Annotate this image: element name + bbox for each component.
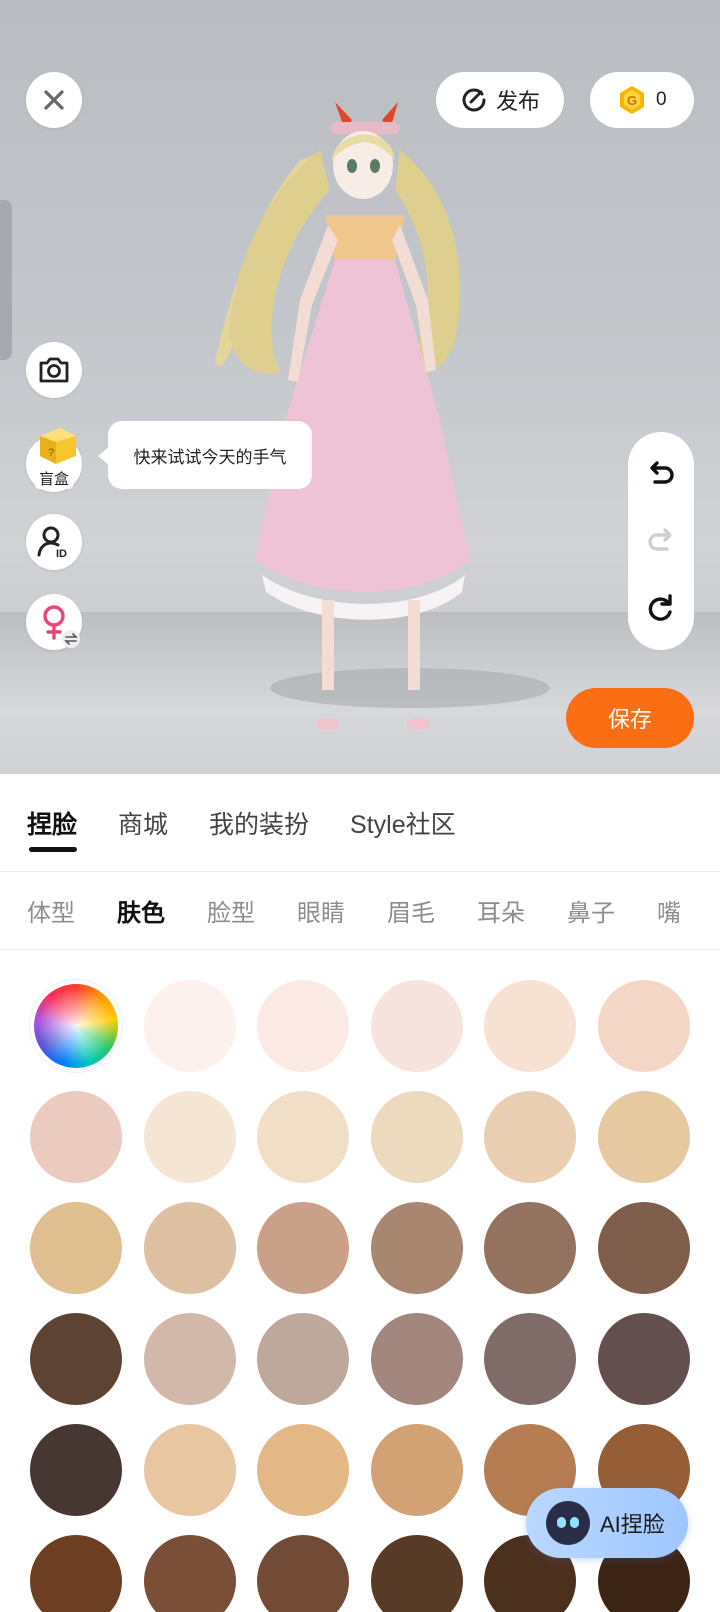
avatar-leg-left bbox=[322, 600, 334, 690]
avatar-top bbox=[325, 215, 405, 260]
close-button[interactable] bbox=[26, 72, 82, 128]
tab-face-shape[interactable]: 脸型 bbox=[207, 893, 255, 928]
avatar-preview[interactable]: 发布 G 0 ? 盲盒 快来试试今天的手气 ID 保存 bbox=[0, 0, 720, 774]
skin-color-swatch[interactable] bbox=[370, 980, 463, 1072]
redo-icon[interactable] bbox=[645, 525, 677, 557]
tab-eyes[interactable]: 眼睛 bbox=[297, 893, 345, 928]
skin-color-swatch[interactable] bbox=[484, 980, 576, 1072]
publish-button[interactable]: 发布 bbox=[436, 72, 564, 128]
avatar-shoe-left bbox=[316, 718, 340, 730]
skin-color-swatch[interactable] bbox=[597, 1313, 690, 1405]
close-icon bbox=[44, 90, 64, 110]
skin-color-swatch[interactable] bbox=[30, 1424, 122, 1516]
gender-switch-button[interactable] bbox=[26, 594, 82, 650]
main-tabs: 捏脸 商城 我的装扮 Style社区 bbox=[0, 774, 720, 872]
coin-balance[interactable]: G 0 bbox=[590, 72, 694, 128]
tab-skin-color[interactable]: 肤色 bbox=[117, 893, 165, 928]
skin-color-swatch[interactable] bbox=[30, 1091, 122, 1183]
skin-color-swatch[interactable] bbox=[484, 1202, 576, 1294]
category-tabs: 体型 肤色 脸型 眼睛 眉毛 耳朵 鼻子 嘴 bbox=[0, 872, 720, 950]
coin-count: 0 bbox=[656, 89, 667, 110]
ai-face-button[interactable]: AI捏脸 bbox=[526, 1488, 688, 1558]
blind-box-tooltip: 快来试试今天的手气 bbox=[98, 421, 312, 489]
skin-color-swatch[interactable] bbox=[143, 1535, 236, 1612]
ai-face-label: AI捏脸 bbox=[600, 1512, 665, 1537]
custom-color-picker[interactable] bbox=[30, 980, 122, 1072]
user-id-icon: ID bbox=[37, 526, 67, 560]
skin-color-swatch[interactable] bbox=[143, 1091, 236, 1183]
skin-color-swatch[interactable] bbox=[484, 1313, 576, 1405]
tab-ears[interactable]: 耳朵 bbox=[477, 893, 525, 928]
skin-color-swatch[interactable] bbox=[143, 1202, 236, 1294]
svg-text:ID: ID bbox=[56, 548, 67, 560]
skin-color-swatch[interactable] bbox=[143, 1313, 236, 1405]
avatar-eye-left bbox=[347, 159, 357, 173]
skin-color-swatch[interactable] bbox=[257, 1535, 349, 1612]
publish-icon bbox=[462, 88, 486, 112]
undo-icon[interactable] bbox=[645, 458, 677, 490]
tab-eyebrows[interactable]: 眉毛 bbox=[387, 893, 435, 928]
ai-robot-icon bbox=[546, 1501, 590, 1545]
camera-icon bbox=[39, 357, 69, 383]
skin-color-swatch[interactable] bbox=[370, 1424, 463, 1516]
tooltip-text: 快来试试今天的手气 bbox=[133, 447, 287, 467]
reset-icon[interactable] bbox=[645, 592, 677, 624]
avatar-leg-right bbox=[408, 600, 420, 690]
tab-face-edit[interactable]: 捏脸 bbox=[27, 774, 78, 872]
tab-nose[interactable]: 鼻子 bbox=[567, 893, 615, 928]
skin-color-swatch[interactable] bbox=[257, 980, 349, 1072]
avatar-eye-right bbox=[370, 159, 380, 173]
skin-color-swatch[interactable] bbox=[257, 1202, 349, 1294]
skin-color-swatch[interactable] bbox=[370, 1091, 463, 1183]
skin-color-swatch[interactable] bbox=[597, 980, 690, 1072]
blind-box-button[interactable]: ? 盲盒 bbox=[26, 428, 82, 492]
skin-color-swatch[interactable] bbox=[257, 1091, 349, 1183]
save-button[interactable]: 保存 bbox=[566, 688, 694, 748]
blind-box-label: 盲盒 bbox=[34, 468, 73, 489]
skin-color-swatch[interactable] bbox=[257, 1313, 349, 1405]
blind-box-icon: ? bbox=[40, 428, 76, 464]
swap-icon bbox=[62, 630, 80, 648]
skin-color-swatch[interactable] bbox=[143, 980, 236, 1072]
skin-color-swatch[interactable] bbox=[370, 1313, 463, 1405]
camera-button[interactable] bbox=[26, 342, 82, 398]
tab-my-outfits[interactable]: 我的装扮 bbox=[209, 774, 309, 872]
save-label: 保存 bbox=[607, 707, 652, 732]
skin-color-swatch[interactable] bbox=[257, 1424, 349, 1516]
skin-color-swatch[interactable] bbox=[370, 1202, 463, 1294]
skin-color-swatch[interactable] bbox=[484, 1091, 576, 1183]
skin-color-swatch[interactable] bbox=[30, 1202, 122, 1294]
tab-mall[interactable]: 商城 bbox=[118, 774, 168, 872]
skin-color-swatch[interactable] bbox=[143, 1424, 236, 1516]
skin-color-swatch[interactable] bbox=[30, 1535, 122, 1612]
publish-label: 发布 bbox=[495, 89, 540, 114]
history-controls bbox=[628, 432, 694, 650]
skin-color-swatch[interactable] bbox=[597, 1091, 690, 1183]
avatar-id-button[interactable]: ID bbox=[26, 514, 82, 570]
skin-color-swatch[interactable] bbox=[30, 1313, 122, 1405]
tab-mouth[interactable]: 嘴 bbox=[657, 893, 681, 928]
skin-color-swatch[interactable] bbox=[370, 1535, 463, 1612]
svg-text:G: G bbox=[627, 93, 637, 108]
coin-icon: G bbox=[620, 86, 644, 114]
svg-text:?: ? bbox=[48, 447, 54, 459]
skin-color-swatch[interactable] bbox=[597, 1202, 690, 1294]
tab-body-type[interactable]: 体型 bbox=[27, 893, 75, 928]
avatar-shoe-right bbox=[406, 718, 430, 730]
tab-style-community[interactable]: Style社区 bbox=[350, 774, 456, 872]
